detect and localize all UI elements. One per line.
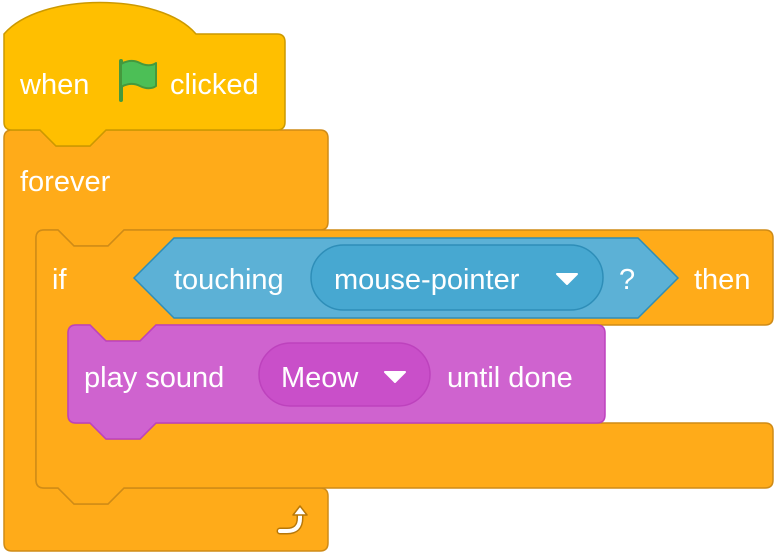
sound-dropdown-value: Meow xyxy=(281,362,359,394)
question-mark: ? xyxy=(619,264,635,296)
dropdown-value: mouse-pointer xyxy=(334,264,520,296)
when-label: when xyxy=(19,69,89,101)
code-area: forever if then touching mouse-pointer ?… xyxy=(0,0,775,554)
forever-label: forever xyxy=(20,166,111,198)
clicked-label: clicked xyxy=(170,69,259,101)
then-label: then xyxy=(694,264,750,296)
play-sound-label: play sound xyxy=(84,362,224,394)
if-label: if xyxy=(52,264,67,296)
touching-label: touching xyxy=(174,264,284,296)
mouse-pointer-dropdown[interactable]: mouse-pointer xyxy=(310,244,604,311)
until-done-label: until done xyxy=(447,362,573,394)
touching-condition-block[interactable]: touching mouse-pointer ? xyxy=(132,237,680,319)
sound-dropdown[interactable]: Meow xyxy=(258,342,431,407)
play-sound-block[interactable]: play sound Meow until done xyxy=(67,324,606,440)
when-flag-clicked-hat-block[interactable]: when clicked xyxy=(3,1,286,147)
